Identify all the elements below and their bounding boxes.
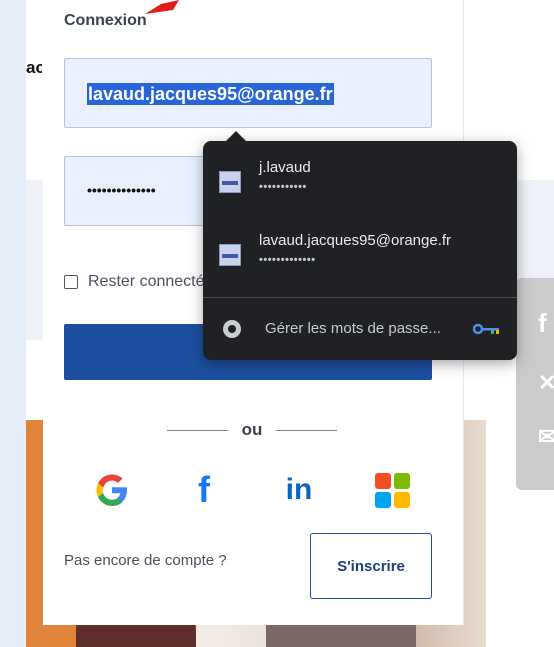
remember-checkbox[interactable] xyxy=(64,275,78,289)
password-value: •••••••••••••• xyxy=(87,182,156,198)
saved-credential[interactable]: lavaud.jacques95@orange.fr ••••••••••••• xyxy=(203,224,517,284)
manage-passwords-item[interactable]: Gérer les mots de passe... xyxy=(203,309,517,349)
email-value: lavaud.jacques95@orange.fr xyxy=(87,83,334,105)
linkedin-icon: in xyxy=(285,473,313,506)
google-icon xyxy=(96,474,127,506)
remember-me[interactable]: Rester connecté xyxy=(64,273,203,291)
mail-share-icon[interactable]: ✉ xyxy=(538,424,554,450)
facebook-login-button[interactable]: f xyxy=(185,469,223,510)
credential-username: lavaud.jacques95@orange.fr xyxy=(259,232,452,249)
credential-username: j.lavaud xyxy=(259,159,311,176)
or-divider: ou xyxy=(167,420,337,440)
or-text: ou xyxy=(241,420,263,439)
facebook-icon: f xyxy=(198,469,210,510)
key-icon xyxy=(473,323,499,335)
email-field[interactable]: lavaud.jacques95@orange.fr xyxy=(64,58,432,128)
credential-password: ••••••••••• xyxy=(259,181,307,193)
facebook-share-icon[interactable]: f xyxy=(538,308,547,339)
no-account-text: Pas encore de compte ? xyxy=(64,552,227,569)
remember-label: Rester connecté xyxy=(88,273,203,290)
signup-button[interactable]: S'inscrire xyxy=(310,533,432,599)
chrome-icon xyxy=(223,320,241,338)
microsoft-icon xyxy=(374,472,410,508)
manage-passwords-label: Gérer les mots de passe... xyxy=(265,320,441,337)
partial-heading: ac xyxy=(26,58,42,77)
popup-divider xyxy=(203,297,517,298)
linkedin-login-button[interactable]: in xyxy=(280,470,318,510)
site-favicon-icon xyxy=(219,171,241,193)
share-sidebar: f ✕ ✉ xyxy=(516,278,554,490)
password-autofill-popup: j.lavaud ••••••••••• lavaud.jacques95@or… xyxy=(203,141,517,360)
x-share-icon[interactable]: ✕ xyxy=(538,370,554,396)
red-arrow-icon xyxy=(145,0,179,14)
login-title: Connexion xyxy=(64,12,147,29)
microsoft-login-button[interactable] xyxy=(373,470,411,510)
credential-password: ••••••••••••• xyxy=(259,254,316,266)
google-login-button[interactable] xyxy=(93,470,131,510)
site-favicon-icon xyxy=(219,244,241,266)
saved-credential[interactable]: j.lavaud ••••••••••• xyxy=(203,151,517,211)
